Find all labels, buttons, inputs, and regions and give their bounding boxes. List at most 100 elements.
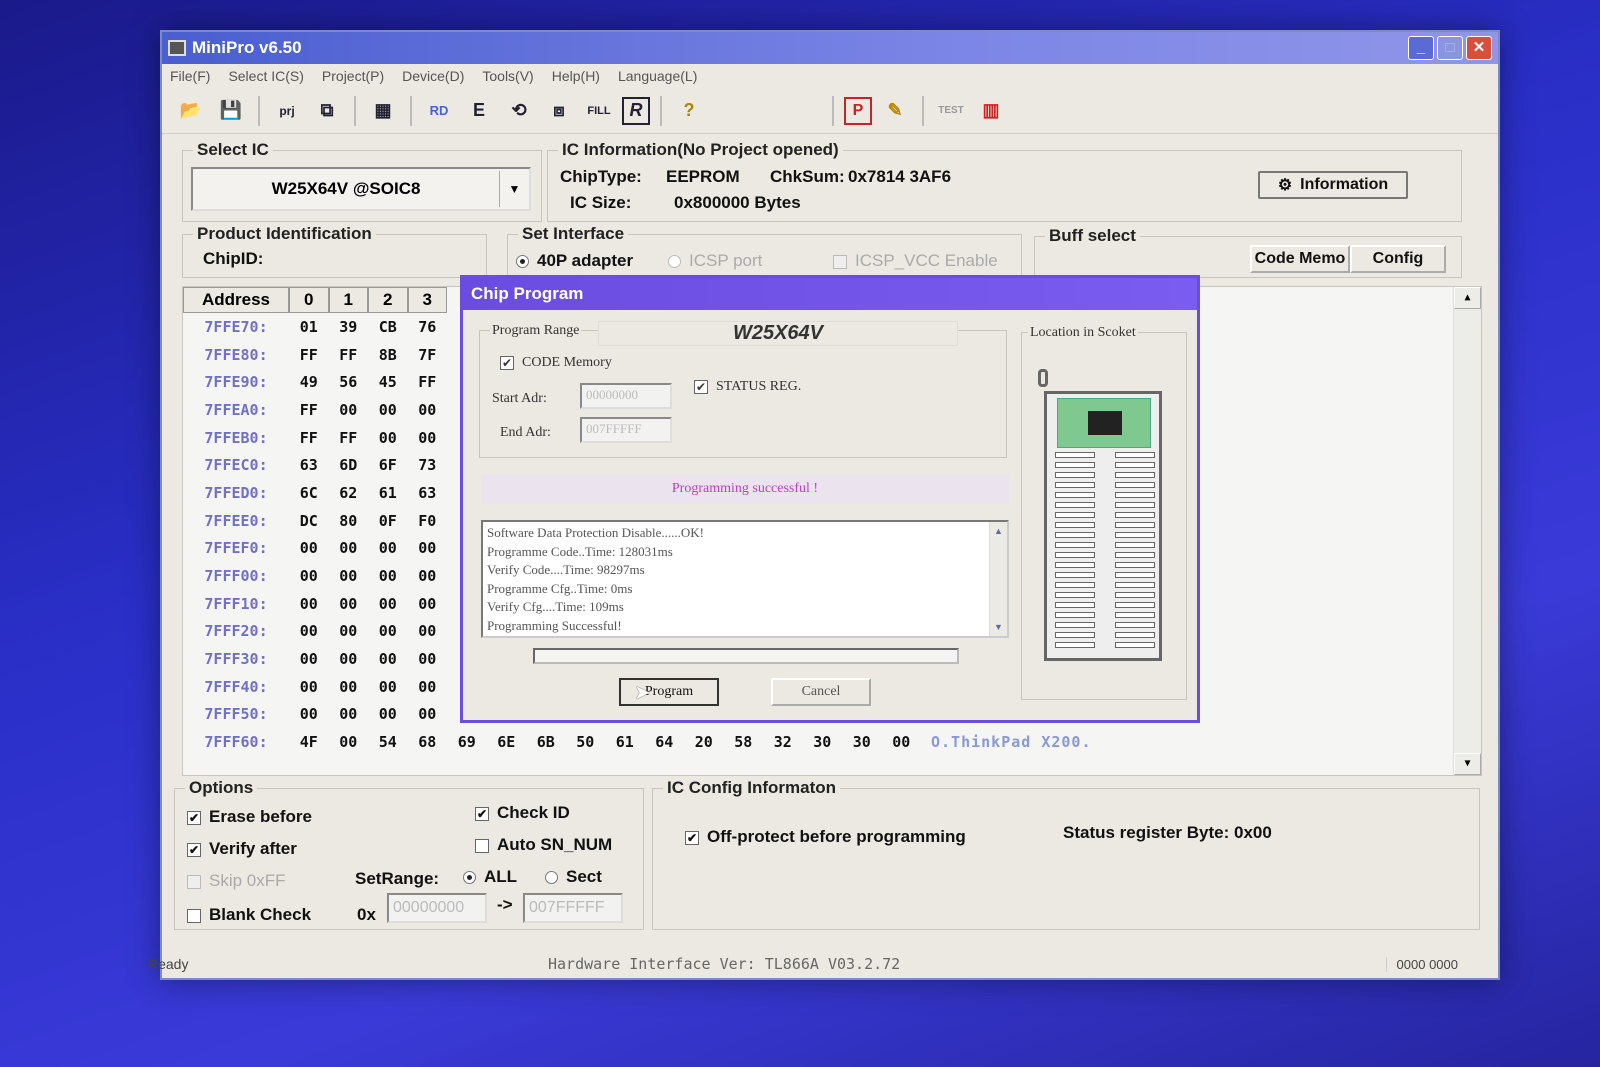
- hex-cell[interactable]: 00: [368, 429, 408, 447]
- program-icon[interactable]: P: [844, 96, 872, 125]
- blank-check-icon[interactable]: ⧈: [542, 94, 576, 128]
- hex-cell[interactable]: 00: [408, 429, 448, 447]
- hex-cell[interactable]: 01: [289, 318, 329, 336]
- hex-cell[interactable]: 00: [882, 733, 922, 751]
- help-icon[interactable]: ?: [672, 94, 706, 128]
- hex-cell[interactable]: 00: [329, 539, 369, 557]
- hex-cell[interactable]: 00: [408, 595, 448, 613]
- range-all-radio[interactable]: ALL: [463, 867, 517, 887]
- cancel-button[interactable]: Cancel: [771, 678, 871, 706]
- verify-icon[interactable]: ⟲: [502, 94, 536, 128]
- hex-cell[interactable]: FF: [289, 429, 329, 447]
- hex-cell[interactable]: 6F: [368, 456, 408, 474]
- hex-cell[interactable]: 00: [368, 539, 408, 557]
- start-adr-input[interactable]: 00000000: [580, 383, 672, 409]
- hex-cell[interactable]: 00: [289, 650, 329, 668]
- hex-cell[interactable]: 58: [724, 733, 764, 751]
- ic-select-combo[interactable]: W25X64V @SOIC8 ▼: [191, 167, 531, 211]
- hex-cell[interactable]: 54: [368, 733, 408, 751]
- menu-select-ic[interactable]: Select IC(S): [228, 68, 303, 84]
- hex-cell[interactable]: 63: [408, 484, 448, 502]
- skip-ff-checkbox[interactable]: Skip 0xFF: [187, 871, 286, 891]
- hex-cell[interactable]: 30: [842, 733, 882, 751]
- blank-check-checkbox[interactable]: Blank Check: [187, 905, 311, 925]
- hex-cell[interactable]: 80: [329, 512, 369, 530]
- hex-cell[interactable]: CB: [368, 318, 408, 336]
- scroll-up-icon[interactable]: ▲: [1454, 287, 1481, 309]
- hex-cell[interactable]: DC: [289, 512, 329, 530]
- hex-cell[interactable]: 00: [408, 567, 448, 585]
- hex-cell[interactable]: 00: [408, 678, 448, 696]
- hex-cell[interactable]: 76: [408, 318, 448, 336]
- hex-cell[interactable]: 00: [408, 650, 448, 668]
- range-start-input[interactable]: 00000000: [387, 893, 487, 923]
- erase-before-checkbox[interactable]: ✔ Erase before: [187, 807, 312, 827]
- hex-cell[interactable]: 00: [368, 595, 408, 613]
- hex-cell[interactable]: 62: [329, 484, 369, 502]
- hex-cell[interactable]: 6C: [289, 484, 329, 502]
- check-id-checkbox[interactable]: ✔ Check ID: [475, 803, 570, 823]
- tab-config[interactable]: Config: [1350, 245, 1446, 273]
- code-memory-checkbox[interactable]: ✔ CODE Memory: [500, 355, 612, 371]
- hex-cell[interactable]: 49: [289, 373, 329, 391]
- read-icon[interactable]: RD: [422, 94, 456, 128]
- hex-cell[interactable]: FF: [289, 346, 329, 364]
- hex-cell[interactable]: 00: [329, 595, 369, 613]
- menu-language[interactable]: Language(L): [618, 68, 697, 84]
- hex-cell[interactable]: 45: [368, 373, 408, 391]
- save-icon[interactable]: 💾: [214, 94, 248, 128]
- hex-cell[interactable]: 61: [368, 484, 408, 502]
- log-scrollbar[interactable]: ▲ ▼: [989, 522, 1007, 636]
- hex-cell[interactable]: 00: [289, 705, 329, 723]
- dialog-title[interactable]: Chip Program: [463, 278, 1197, 310]
- verify-after-checkbox[interactable]: ✔ Verify after: [187, 839, 297, 859]
- edit-icon[interactable]: ✎: [878, 94, 912, 128]
- auto-sn-checkbox[interactable]: Auto SN_NUM: [475, 835, 612, 855]
- hex-cell[interactable]: FF: [329, 346, 369, 364]
- log-scroll-up-icon[interactable]: ▲: [990, 522, 1007, 541]
- icsp-port-radio[interactable]: ICSP port: [668, 251, 762, 271]
- hex-cell[interactable]: 30: [803, 733, 843, 751]
- hex-cell[interactable]: 20: [684, 733, 724, 751]
- hex-cell[interactable]: 32: [763, 733, 803, 751]
- protect-icon[interactable]: R: [622, 96, 650, 125]
- hex-cell[interactable]: 00: [329, 733, 369, 751]
- hex-cell[interactable]: 68: [408, 733, 448, 751]
- hex-cell[interactable]: 00: [368, 650, 408, 668]
- hex-cell[interactable]: 00: [368, 705, 408, 723]
- range-end-input[interactable]: 007FFFFF: [523, 893, 623, 923]
- hex-cell[interactable]: 00: [289, 678, 329, 696]
- hex-cell[interactable]: 00: [289, 567, 329, 585]
- hex-cell[interactable]: 00: [368, 678, 408, 696]
- hex-cell[interactable]: 56: [329, 373, 369, 391]
- hex-cell[interactable]: 00: [289, 595, 329, 613]
- hex-cell[interactable]: 00: [368, 401, 408, 419]
- hex-cell[interactable]: 8B: [368, 346, 408, 364]
- hex-cell[interactable]: 00: [329, 705, 369, 723]
- program-log[interactable]: Software Data Protection Disable......OK…: [481, 520, 1009, 638]
- range-sect-radio[interactable]: Sect: [545, 867, 602, 887]
- hex-scrollbar[interactable]: ▲ ▼: [1453, 287, 1481, 775]
- hex-cell[interactable]: 00: [329, 650, 369, 668]
- menu-file[interactable]: File(F): [170, 68, 210, 84]
- hex-cell[interactable]: FF: [408, 373, 448, 391]
- hex-cell[interactable]: 6B: [526, 733, 566, 751]
- hex-cell[interactable]: 00: [289, 539, 329, 557]
- hex-cell[interactable]: 00: [329, 678, 369, 696]
- hex-cell[interactable]: 4F: [289, 733, 329, 751]
- hex-cell[interactable]: 00: [368, 622, 408, 640]
- hex-cell[interactable]: 6D: [329, 456, 369, 474]
- dropdown-arrow-icon[interactable]: ▼: [499, 171, 529, 207]
- hex-cell[interactable]: 00: [408, 539, 448, 557]
- hex-cell[interactable]: 63: [289, 456, 329, 474]
- close-button[interactable]: ✕: [1466, 36, 1492, 60]
- save-project-icon[interactable]: ⧉: [310, 94, 344, 128]
- hex-cell[interactable]: FF: [329, 429, 369, 447]
- hex-cell[interactable]: 7F: [408, 346, 448, 364]
- hex-cell[interactable]: 6E: [487, 733, 527, 751]
- hex-cell[interactable]: 39: [329, 318, 369, 336]
- hex-cell[interactable]: 00: [329, 622, 369, 640]
- menu-device[interactable]: Device(D): [402, 68, 464, 84]
- title-bar[interactable]: MiniPro v6.50 _ □ ✕: [162, 32, 1498, 64]
- hex-cell[interactable]: FF: [289, 401, 329, 419]
